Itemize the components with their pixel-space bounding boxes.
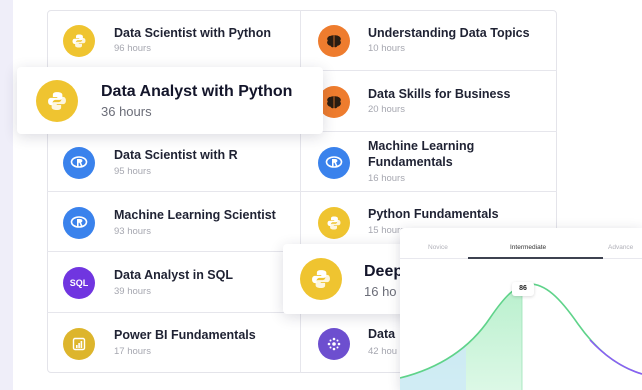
course-title: Data Analyst in SQL [114, 268, 234, 282]
course-hours: 42 hou [368, 346, 398, 357]
power-bi-icon [63, 328, 95, 360]
score-badge: 86 [512, 282, 534, 296]
course-title: Data [368, 327, 396, 341]
course-title: Data Scientist with R [114, 148, 238, 162]
row-divider [47, 191, 557, 192]
course-hours: 20 hours [368, 104, 405, 115]
network-icon [318, 328, 350, 360]
featured-course-hours: 16 ho [364, 284, 397, 299]
python-icon [300, 258, 342, 300]
course-hours: 10 hours [368, 43, 405, 54]
course-title-line2: Fundamentals [368, 155, 453, 169]
brain-icon [318, 25, 350, 57]
course-hours: 17 hours [114, 346, 151, 357]
course-hours: 16 hours [368, 173, 405, 184]
r-icon [63, 207, 95, 239]
course-title: Machine Learning Scientist [114, 208, 276, 222]
course-hours: 96 hours [114, 43, 151, 54]
skill-level-chart: Novice Intermediate Advance 86 [400, 228, 642, 390]
featured-course-hours: 36 hours [101, 104, 152, 119]
course-hours: 93 hours [114, 226, 151, 237]
r-icon [63, 147, 95, 179]
course-hours: 95 hours [114, 166, 151, 177]
course-hours: 39 hours [114, 286, 151, 297]
r-icon [318, 147, 350, 179]
python-icon [63, 25, 95, 57]
featured-course-title: Deep [364, 263, 404, 280]
skill-distribution-curve [400, 283, 642, 390]
python-icon [36, 80, 78, 122]
sql-icon: SQL [63, 267, 95, 299]
course-title-line1: Machine Learning [368, 139, 475, 153]
course-title: Data Scientist with Python [114, 26, 271, 40]
course-title: Data Skills for Business [368, 87, 511, 101]
course-title: Power BI Fundamentals [114, 328, 256, 342]
course-title: Understanding Data Topics [368, 26, 530, 40]
course-title: Python Fundamentals [368, 207, 499, 221]
python-icon [318, 207, 350, 239]
featured-course-card[interactable]: Data Analyst with Python 36 hours [17, 67, 323, 134]
featured-course-title: Data Analyst with Python [101, 83, 293, 100]
left-background-strip [0, 0, 13, 390]
distribution-curve-line-purple [589, 339, 642, 375]
